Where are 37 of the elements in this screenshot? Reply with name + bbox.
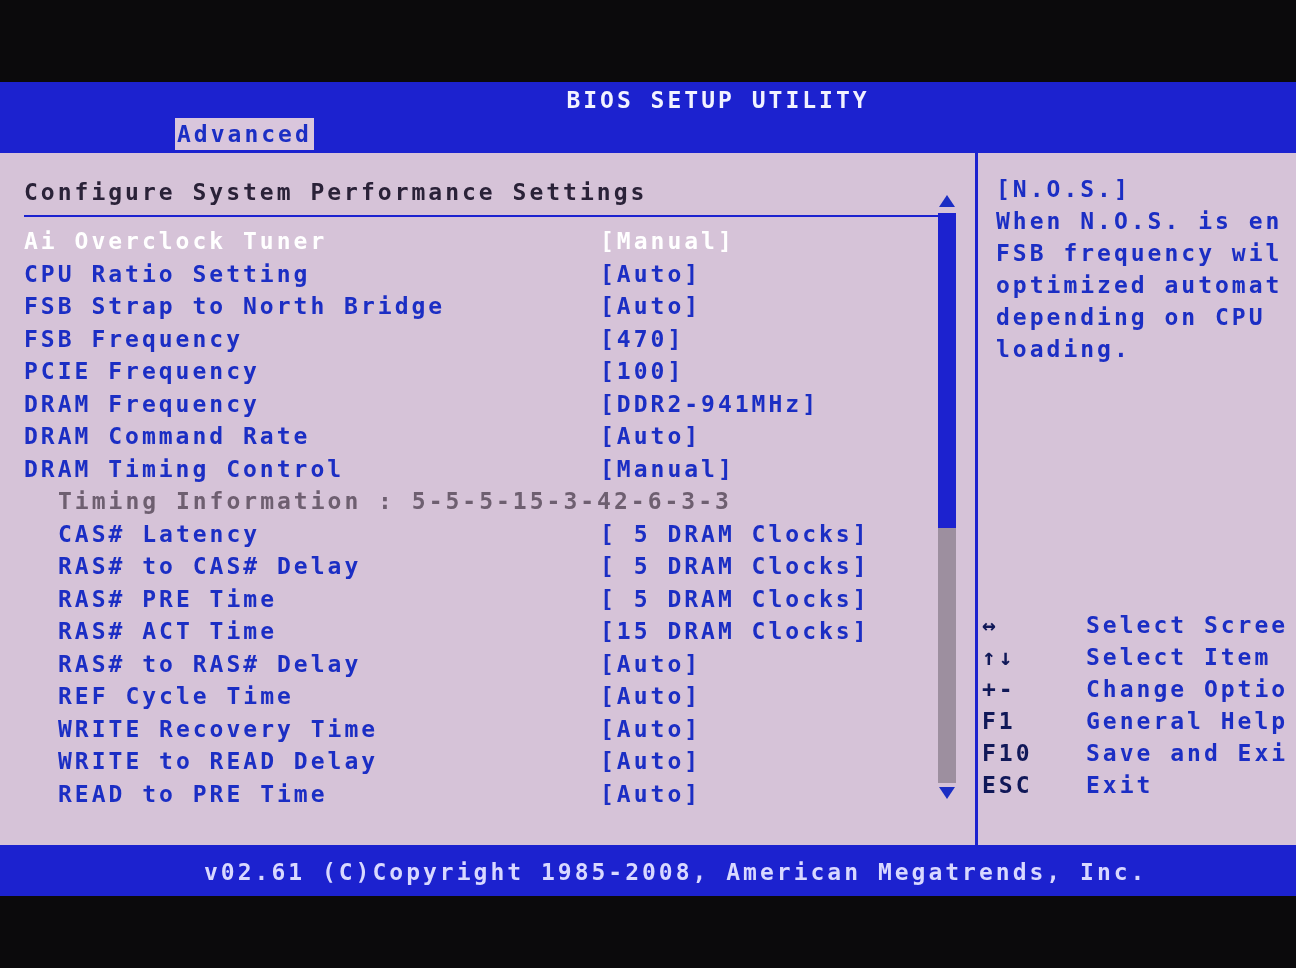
setting-row[interactable]: DRAM Timing Control [Manual] — [24, 452, 735, 485]
scroll-up-icon[interactable] — [939, 195, 955, 207]
key-label: F10 — [982, 738, 1034, 768]
setting-row[interactable]: READ to PRE Time [Auto] — [24, 777, 702, 810]
setting-row[interactable]: DRAM Frequency [DDR2-941MHz] — [24, 387, 819, 420]
setting-row[interactable]: RAS# ACT Time [15 DRAM Clocks] — [24, 615, 870, 648]
setting-row[interactable]: DRAM Command Rate [Auto] — [24, 420, 702, 453]
footer-bar: v02.61 (C)Copyright 1985-2008, American Megatrends, Inc. — [0, 848, 1296, 896]
setting-row[interactable]: CAS# Latency [ 5 DRAM Clocks] — [24, 517, 870, 550]
key-label: ↑↓ — [982, 642, 1017, 672]
scrollbar[interactable] — [938, 213, 956, 783]
key-label: +- — [982, 674, 1017, 704]
help-text: [N.O.S.] When N.O.S. is en FSB frequency wil optimized automat depending on CPU loading. — [996, 175, 1284, 364]
setting-row[interactable]: REF Cycle Time [Auto] — [24, 680, 702, 713]
setting-row[interactable]: WRITE to READ Delay [Auto] — [24, 745, 702, 778]
key-label: ↔ — [982, 610, 1000, 640]
setting-row[interactable]: FSB Frequency [470] — [24, 322, 685, 355]
key-action: Exit — [1086, 770, 1154, 800]
tab[interactable]: Advanced — [175, 118, 314, 150]
key-action: Save and Exi — [1086, 738, 1289, 768]
scroll-down-icon[interactable] — [939, 787, 955, 799]
key-action: Select Scree — [1086, 610, 1289, 640]
setting-row[interactable]: RAS# PRE Time [ 5 DRAM Clocks] — [24, 582, 870, 615]
timing-info-text: Timing Information : 5-5-5-15-3-42-6-3-3 — [58, 487, 732, 516]
setting-row[interactable]: WRITE Recovery Time [Auto] — [24, 712, 702, 745]
setting-row[interactable]: PCIE Frequency [100] — [24, 355, 685, 388]
key-action: General Help — [1086, 706, 1289, 736]
key-label: ESC — [982, 770, 1034, 800]
key-label: F1 — [982, 706, 1017, 736]
key-action: Select Item — [1086, 642, 1272, 672]
setting-row[interactable]: CPU Ratio Setting [Auto] — [24, 257, 702, 290]
key-action: Change Optio — [1086, 674, 1289, 704]
setting-row[interactable]: FSB Strap to North Bridge [Auto] — [24, 290, 702, 323]
setting-row[interactable]: RAS# to CAS# Delay [ 5 DRAM Clocks] — [24, 550, 870, 583]
section-title: Configure System Performance Settings — [24, 177, 648, 207]
title-bar: BIOS SETUP UTILITY — [0, 82, 1296, 118]
setting-row[interactable]: RAS# to RAS# Delay [Auto] — [24, 647, 702, 680]
